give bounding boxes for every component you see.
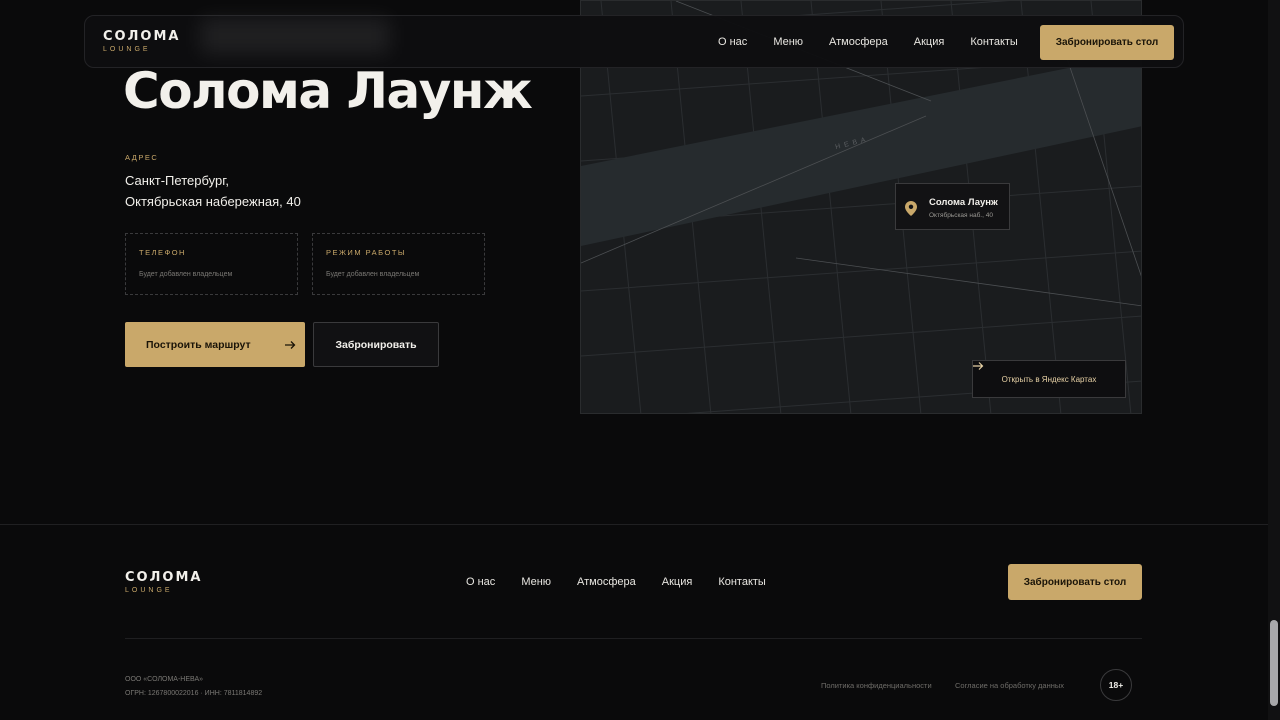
open-yandex-maps-label: Открыть в Яндекс Картах: [1001, 374, 1097, 384]
page-scrollbar[interactable]: [1268, 0, 1280, 720]
company-name: ООО «СОЛОМА-НЕВА»: [125, 676, 204, 683]
build-route-button[interactable]: Построить маршрут: [125, 322, 305, 367]
book-button[interactable]: Забронировать: [313, 322, 439, 367]
nav-item-contacts[interactable]: Контакты: [970, 36, 1018, 48]
footer-nav-promo[interactable]: Акция: [662, 576, 693, 588]
phone-value: Будет добавлен владельцем: [139, 271, 233, 278]
header-nav: О нас Меню Атмосфера Акция Контакты: [718, 36, 1018, 48]
nav-item-atmosphere[interactable]: Атмосфера: [829, 36, 888, 48]
marker-title: Солома Лаунж: [929, 197, 998, 208]
address-city: Санкт-Петербург,: [125, 173, 229, 188]
footer-divider: [125, 638, 1142, 639]
company-registration: ОГРН: 1267800022016 · ИНН: 7811814892: [125, 690, 263, 697]
legal-info: ООО «СОЛОМА-НЕВА» ОГРН: 1267800022016 · …: [125, 673, 262, 701]
header-blur-overlay: [200, 18, 390, 54]
age-rating-badge: 18+: [1100, 669, 1132, 701]
logo-name: СОЛОМА: [103, 29, 181, 44]
build-route-label: Построить маршрут: [146, 338, 251, 351]
marker-subtitle: Октябрьская наб., 40: [929, 212, 993, 219]
location-pin-icon: [905, 201, 917, 216]
hours-label: РЕЖИМ РАБОТЫ: [326, 248, 407, 257]
nav-item-about[interactable]: О нас: [718, 36, 747, 48]
page-title: Солома Лаунж: [123, 62, 533, 120]
hours-value: Будет добавлен владельцем: [326, 271, 420, 278]
footer-logo[interactable]: СОЛОМА LOUNGE: [125, 570, 202, 594]
footer-book-table-button[interactable]: Забронировать стол: [1008, 564, 1142, 600]
phone-card: ТЕЛЕФОН Будет добавлен владельцем: [125, 233, 298, 295]
data-consent-link[interactable]: Согласие на обработку данных: [955, 681, 1064, 690]
open-yandex-maps-button[interactable]: Открыть в Яндекс Картах: [972, 360, 1126, 398]
footer-nav-atmosphere[interactable]: Атмосфера: [577, 576, 636, 588]
footer-nav-menu[interactable]: Меню: [521, 576, 551, 588]
footer-nav-about[interactable]: О нас: [466, 576, 495, 588]
phone-label: ТЕЛЕФОН: [139, 248, 186, 257]
address-text: Санкт-Петербург, Октябрьская набережная,…: [125, 170, 301, 212]
hours-card: РЕЖИМ РАБОТЫ Будет добавлен владельцем: [312, 233, 485, 295]
book-table-button[interactable]: Забронировать стол: [1040, 25, 1174, 60]
footer-nav-contacts[interactable]: Контакты: [718, 576, 766, 588]
nav-item-menu[interactable]: Меню: [773, 36, 803, 48]
scrollbar-thumb[interactable]: [1270, 620, 1278, 706]
footer-nav: О нас Меню Атмосфера Акция Контакты: [466, 576, 766, 588]
header-logo[interactable]: СОЛОМА LOUNGE: [103, 29, 180, 53]
address-street: Октябрьская набережная, 40: [125, 194, 301, 209]
privacy-policy-link[interactable]: Политика конфиденциальности: [821, 681, 932, 690]
nav-item-promo[interactable]: Акция: [914, 36, 945, 48]
logo-sub: LOUNGE: [103, 46, 151, 53]
footer-logo-name: СОЛОМА: [125, 570, 203, 585]
address-label: АДРЕС: [125, 153, 159, 162]
section-divider: [0, 524, 1268, 525]
arrow-right-icon: [284, 340, 296, 349]
arrow-right-icon: [973, 362, 984, 370]
map-marker-card[interactable]: Солома Лаунж Октябрьская наб., 40: [895, 183, 1010, 230]
footer-logo-sub: LOUNGE: [125, 587, 173, 594]
